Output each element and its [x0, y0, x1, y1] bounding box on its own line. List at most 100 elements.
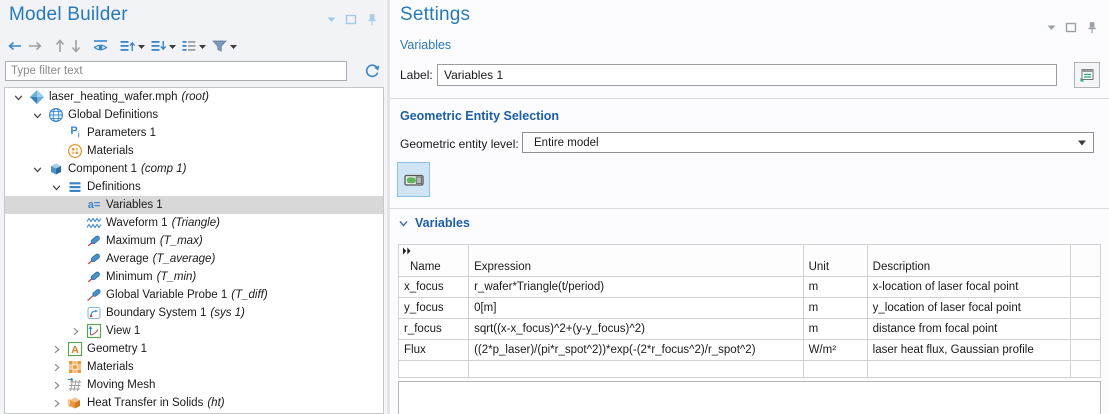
tree-item-average[interactable]: Average(T_average) [5, 250, 383, 268]
variables-icon: a= [84, 196, 104, 214]
expand-all-button[interactable] [117, 36, 148, 56]
tree-item-view-1[interactable]: View 1 [5, 322, 383, 340]
filter-button[interactable] [209, 36, 240, 56]
cell-name[interactable]: r_focus [399, 319, 469, 340]
variables-table-empty-area[interactable] [398, 381, 1101, 414]
cell-description[interactable]: x-location of laser focal point [867, 277, 1070, 298]
refresh-icon[interactable] [362, 61, 382, 81]
tree-item-geometry-1[interactable]: AGeometry 1 [5, 340, 383, 358]
cell-expression[interactable]: ((2*p_laser)/(pi*r_spot^2))*exp(-(2*r_fo… [469, 340, 803, 361]
cell-expression[interactable]: 0[m] [469, 298, 803, 319]
node-label-button[interactable] [179, 36, 209, 56]
caret-down-icon[interactable] [1046, 22, 1057, 33]
cell-name[interactable]: y_focus [399, 298, 469, 319]
settings-subtitle: Variables [400, 38, 451, 52]
tree-item-maximum[interactable]: Maximum(T_max) [5, 232, 383, 250]
chevron-right-icon[interactable] [47, 376, 65, 394]
cell-expression[interactable]: r_wafer*Triangle(t/period) [469, 277, 803, 298]
cell-name[interactable] [399, 361, 469, 378]
chevron-right-icon[interactable] [47, 358, 65, 376]
tree-item-parameters-1[interactable]: PiParameters 1 [5, 124, 383, 142]
tree-item-materials[interactable]: Materials [5, 142, 383, 160]
cell-unit[interactable]: m [803, 277, 867, 298]
chevron-down-icon[interactable] [168, 42, 177, 51]
cell-unit[interactable] [803, 361, 867, 378]
model-builder-panel: Model Builder laser_heating_wafer.mph(ro… [0, 0, 387, 414]
model-builder-header: Model Builder [9, 4, 379, 26]
chevron-right-icon[interactable] [66, 322, 84, 340]
parameters-icon: Pi [65, 124, 85, 142]
chevron-down-icon[interactable] [137, 42, 146, 51]
variables-section-header[interactable]: Variables [398, 216, 470, 230]
tree-item-label: Maximum [106, 235, 156, 247]
tree-item-label: Materials [87, 361, 134, 373]
table-row: Flux((2*p_laser)/(pi*r_spot^2))*exp(-(2*… [399, 340, 1101, 361]
chevron-down-icon[interactable] [28, 160, 46, 178]
geometric-entity-level-dropdown[interactable]: Entire model [522, 132, 1094, 153]
cell-description[interactable]: laser heat flux, Gaussian profile [867, 340, 1070, 361]
move-up-button[interactable] [52, 36, 68, 56]
probe-icon [84, 268, 104, 286]
tree-item-global-variable-probe-1[interactable]: Global Variable Probe 1(T_diff) [5, 286, 383, 304]
funnel-icon [211, 38, 228, 54]
label-input[interactable] [437, 64, 1057, 86]
tree-item-definitions[interactable]: Definitions [5, 178, 383, 196]
chevron-down-icon[interactable] [28, 106, 46, 124]
pin-icon[interactable] [365, 12, 379, 26]
cell-name[interactable]: x_focus [399, 277, 469, 298]
selection-active-toggle-button[interactable] [397, 162, 430, 197]
cell-extra[interactable] [1070, 298, 1100, 319]
cell-name[interactable]: Flux [399, 340, 469, 361]
cell-extra[interactable] [1070, 277, 1100, 298]
cell-extra[interactable] [1070, 340, 1100, 361]
cell-unit[interactable]: m [803, 319, 867, 340]
cell-extra[interactable] [1070, 319, 1100, 340]
chevron-down-icon[interactable] [229, 42, 238, 51]
cell-description[interactable] [867, 361, 1070, 378]
restore-icon[interactable] [1064, 20, 1078, 34]
restore-icon[interactable] [344, 12, 358, 26]
cell-description[interactable]: y_location of laser focal point [867, 298, 1070, 319]
tree-item-waveform-1[interactable]: Waveform 1(Triangle) [5, 214, 383, 232]
cell-expression[interactable]: sqrt((x-x_focus)^2+(y-y_focus)^2) [469, 319, 803, 340]
tree-filter-input[interactable] [5, 61, 347, 81]
collapse-all-button[interactable] [148, 36, 179, 56]
tree-item-suffix: (T_average) [153, 253, 216, 265]
go-forward-button[interactable] [25, 36, 46, 56]
boundary-system-icon [84, 304, 104, 322]
show-hide-button[interactable] [90, 36, 111, 56]
pin-icon[interactable] [1085, 20, 1099, 34]
cell-unit[interactable]: W/m² [803, 340, 867, 361]
cell-description[interactable]: distance from focal point [867, 319, 1070, 340]
separator [390, 208, 1109, 209]
chevron-spacer [66, 250, 84, 268]
tree-item-materials[interactable]: Materials [5, 358, 383, 376]
show-in-form-button[interactable] [1074, 62, 1100, 88]
cell-expression[interactable] [469, 361, 803, 378]
caret-down-icon[interactable] [326, 14, 337, 25]
go-back-button[interactable] [4, 36, 25, 56]
column-header-name: Name [399, 245, 469, 277]
tree-item-moving-mesh[interactable]: Moving Mesh [5, 376, 383, 394]
settings-panel: Settings Variables Label: Geometric Enti… [390, 0, 1109, 414]
chevron-down-icon[interactable] [198, 42, 207, 51]
chevron-right-icon[interactable] [47, 394, 65, 412]
model-builder-title: Model Builder [9, 4, 128, 26]
tree-item-boundary-system-1[interactable]: Boundary System 1(sys 1) [5, 304, 383, 322]
probe-icon [84, 232, 104, 250]
tree-item-heat-transfer-in-solids[interactable]: Heat Transfer in Solids(ht) [5, 394, 383, 412]
chevron-down-icon[interactable] [47, 178, 65, 196]
model-root-icon [27, 88, 47, 106]
move-down-button[interactable] [68, 36, 84, 56]
chevron-right-icon[interactable] [47, 340, 65, 358]
tree-item-laser-heating-wafer-mph[interactable]: laser_heating_wafer.mph(root) [5, 88, 383, 106]
tree-item-variables-1[interactable]: a=Variables 1 [5, 196, 383, 214]
tree-item-global-definitions[interactable]: Global Definitions [5, 106, 383, 124]
tree-item-label: Parameters 1 [87, 127, 156, 139]
definitions-icon [65, 178, 85, 196]
chevron-down-icon[interactable] [9, 88, 27, 106]
cell-extra[interactable] [1070, 361, 1100, 378]
cell-unit[interactable]: m [803, 298, 867, 319]
tree-item-minimum[interactable]: Minimum(T_min) [5, 268, 383, 286]
tree-item-component-1[interactable]: Component 1(comp 1) [5, 160, 383, 178]
